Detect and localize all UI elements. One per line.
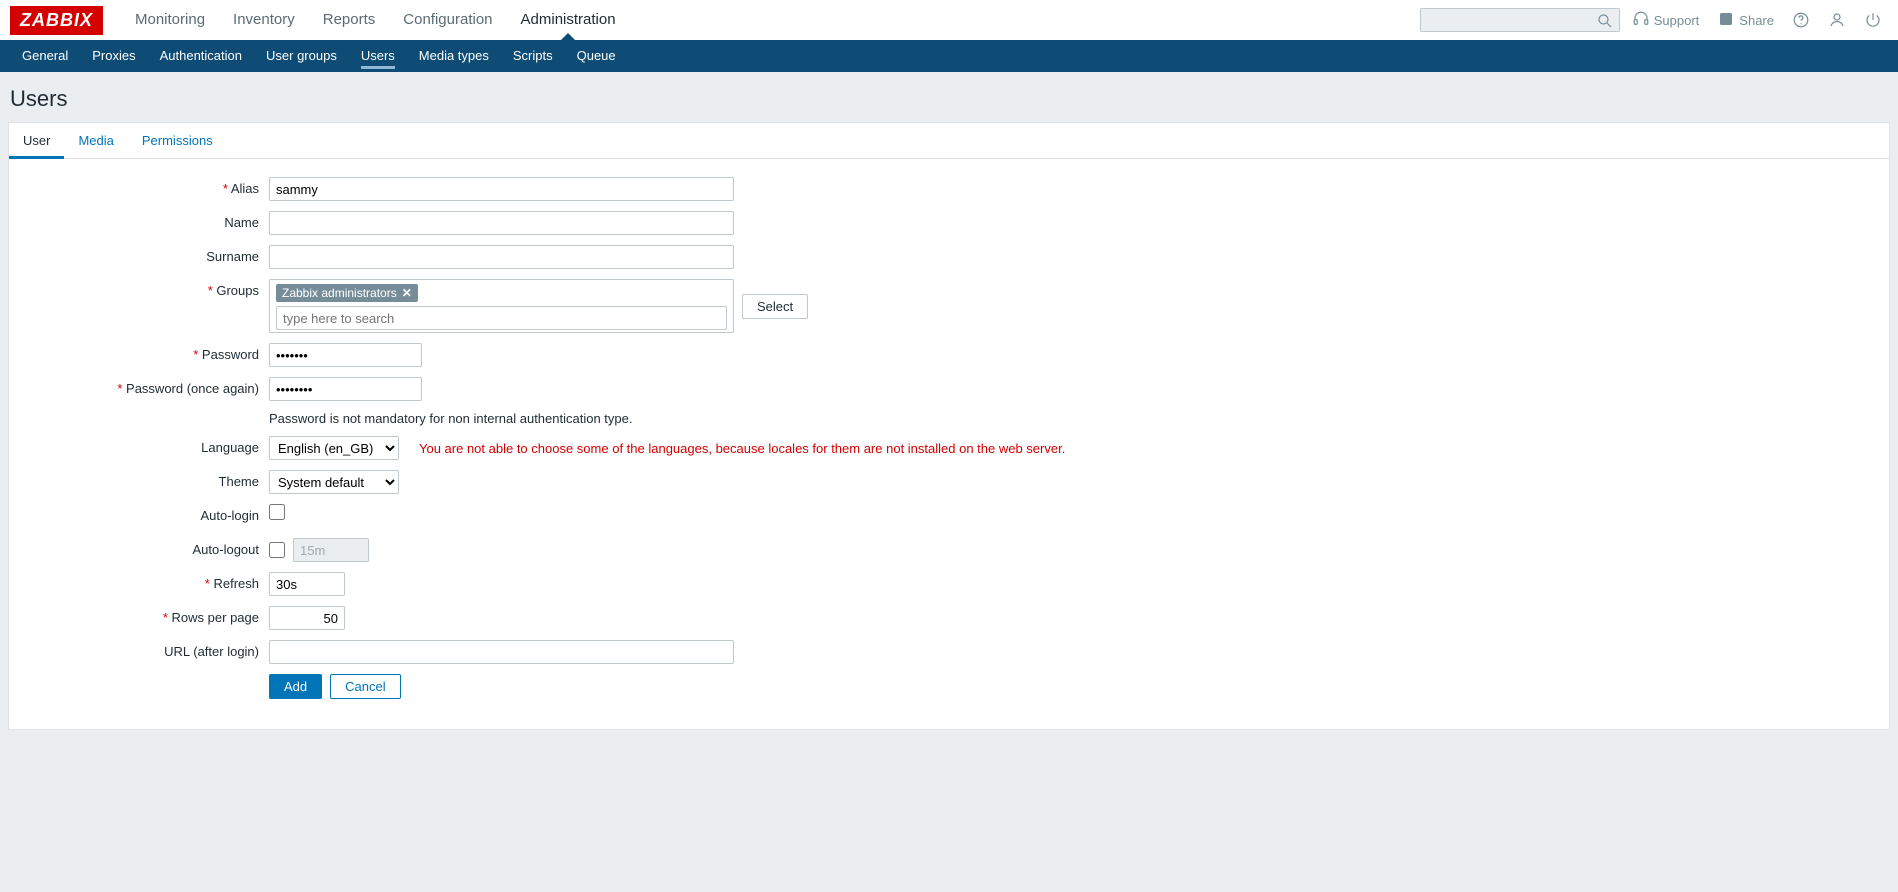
support-label: Support bbox=[1654, 13, 1700, 28]
group-tag[interactable]: Zabbix administrators ✕ bbox=[276, 284, 418, 302]
remove-tag-icon[interactable]: ✕ bbox=[402, 286, 412, 300]
subnav-queue[interactable]: Queue bbox=[565, 40, 628, 72]
label-url: URL (after login) bbox=[19, 640, 269, 664]
subnav-mediatypes[interactable]: Media types bbox=[407, 40, 501, 72]
password-field[interactable] bbox=[269, 343, 422, 367]
subnav-authentication[interactable]: Authentication bbox=[148, 40, 254, 72]
rows-field[interactable] bbox=[269, 606, 345, 630]
nav-configuration[interactable]: Configuration bbox=[389, 0, 506, 40]
language-warning: You are not able to choose some of the l… bbox=[419, 441, 1065, 456]
top-tools: Support Share bbox=[1420, 8, 1888, 32]
form-body: Alias Name Surname Groups Zabbix adminis… bbox=[9, 159, 1889, 729]
search-input[interactable] bbox=[1420, 8, 1620, 32]
cancel-button[interactable]: Cancel bbox=[330, 674, 400, 699]
sub-nav: General Proxies Authentication User grou… bbox=[0, 40, 1898, 72]
label-alias: Alias bbox=[19, 177, 269, 201]
label-autologin: Auto-login bbox=[19, 504, 269, 528]
label-groups: Groups bbox=[19, 279, 269, 303]
nav-monitoring[interactable]: Monitoring bbox=[121, 0, 219, 40]
form-tabs: User Media Permissions bbox=[9, 123, 1889, 159]
groups-search-input[interactable] bbox=[276, 306, 727, 330]
tab-permissions[interactable]: Permissions bbox=[128, 123, 227, 158]
label-autologout: Auto-logout bbox=[19, 538, 269, 562]
language-select[interactable]: English (en_GB) bbox=[269, 436, 399, 460]
form-card: User Media Permissions Alias Name Surnam… bbox=[8, 122, 1890, 730]
subnav-users[interactable]: Users bbox=[349, 40, 407, 72]
autologout-checkbox[interactable] bbox=[269, 542, 285, 558]
nav-reports[interactable]: Reports bbox=[309, 0, 390, 40]
nav-administration[interactable]: Administration bbox=[507, 0, 630, 40]
autologout-value bbox=[293, 538, 369, 562]
main-nav: Monitoring Inventory Reports Configurati… bbox=[121, 0, 1420, 40]
user-icon[interactable] bbox=[1822, 11, 1852, 29]
password2-field[interactable] bbox=[269, 377, 422, 401]
label-theme: Theme bbox=[19, 470, 269, 494]
label-password2: Password (once again) bbox=[19, 377, 269, 401]
topbar: ZABBIX Monitoring Inventory Reports Conf… bbox=[0, 0, 1898, 40]
share-label: Share bbox=[1739, 13, 1774, 28]
page-title: Users bbox=[0, 72, 1898, 122]
label-rows: Rows per page bbox=[19, 606, 269, 630]
share-icon bbox=[1717, 10, 1735, 31]
groups-multiselect[interactable]: Zabbix administrators ✕ bbox=[269, 279, 734, 333]
power-icon[interactable] bbox=[1858, 11, 1888, 29]
headset-icon bbox=[1632, 10, 1650, 31]
label-password: Password bbox=[19, 343, 269, 367]
share-link[interactable]: Share bbox=[1711, 10, 1780, 31]
group-tag-label: Zabbix administrators bbox=[282, 286, 397, 300]
add-button[interactable]: Add bbox=[269, 674, 322, 699]
subnav-usergroups[interactable]: User groups bbox=[254, 40, 349, 72]
nav-inventory[interactable]: Inventory bbox=[219, 0, 309, 40]
surname-field[interactable] bbox=[269, 245, 734, 269]
autologin-checkbox[interactable] bbox=[269, 504, 285, 520]
select-button[interactable]: Select bbox=[742, 294, 808, 319]
password-note: Password is not mandatory for non intern… bbox=[269, 411, 633, 426]
alias-field[interactable] bbox=[269, 177, 734, 201]
url-field[interactable] bbox=[269, 640, 734, 664]
search-icon[interactable] bbox=[1596, 12, 1614, 33]
subnav-proxies[interactable]: Proxies bbox=[80, 40, 147, 72]
tab-user[interactable]: User bbox=[9, 123, 64, 158]
search-wrap bbox=[1420, 8, 1620, 32]
subnav-scripts[interactable]: Scripts bbox=[501, 40, 565, 72]
label-name: Name bbox=[19, 211, 269, 235]
help-icon[interactable] bbox=[1786, 11, 1816, 29]
name-field[interactable] bbox=[269, 211, 734, 235]
theme-select[interactable]: System default bbox=[269, 470, 399, 494]
refresh-field[interactable] bbox=[269, 572, 345, 596]
label-refresh: Refresh bbox=[19, 572, 269, 596]
tab-media[interactable]: Media bbox=[64, 123, 127, 158]
support-link[interactable]: Support bbox=[1626, 10, 1706, 31]
brand-logo[interactable]: ZABBIX bbox=[10, 6, 103, 35]
subnav-general[interactable]: General bbox=[10, 40, 80, 72]
label-language: Language bbox=[19, 436, 269, 460]
label-surname: Surname bbox=[19, 245, 269, 269]
